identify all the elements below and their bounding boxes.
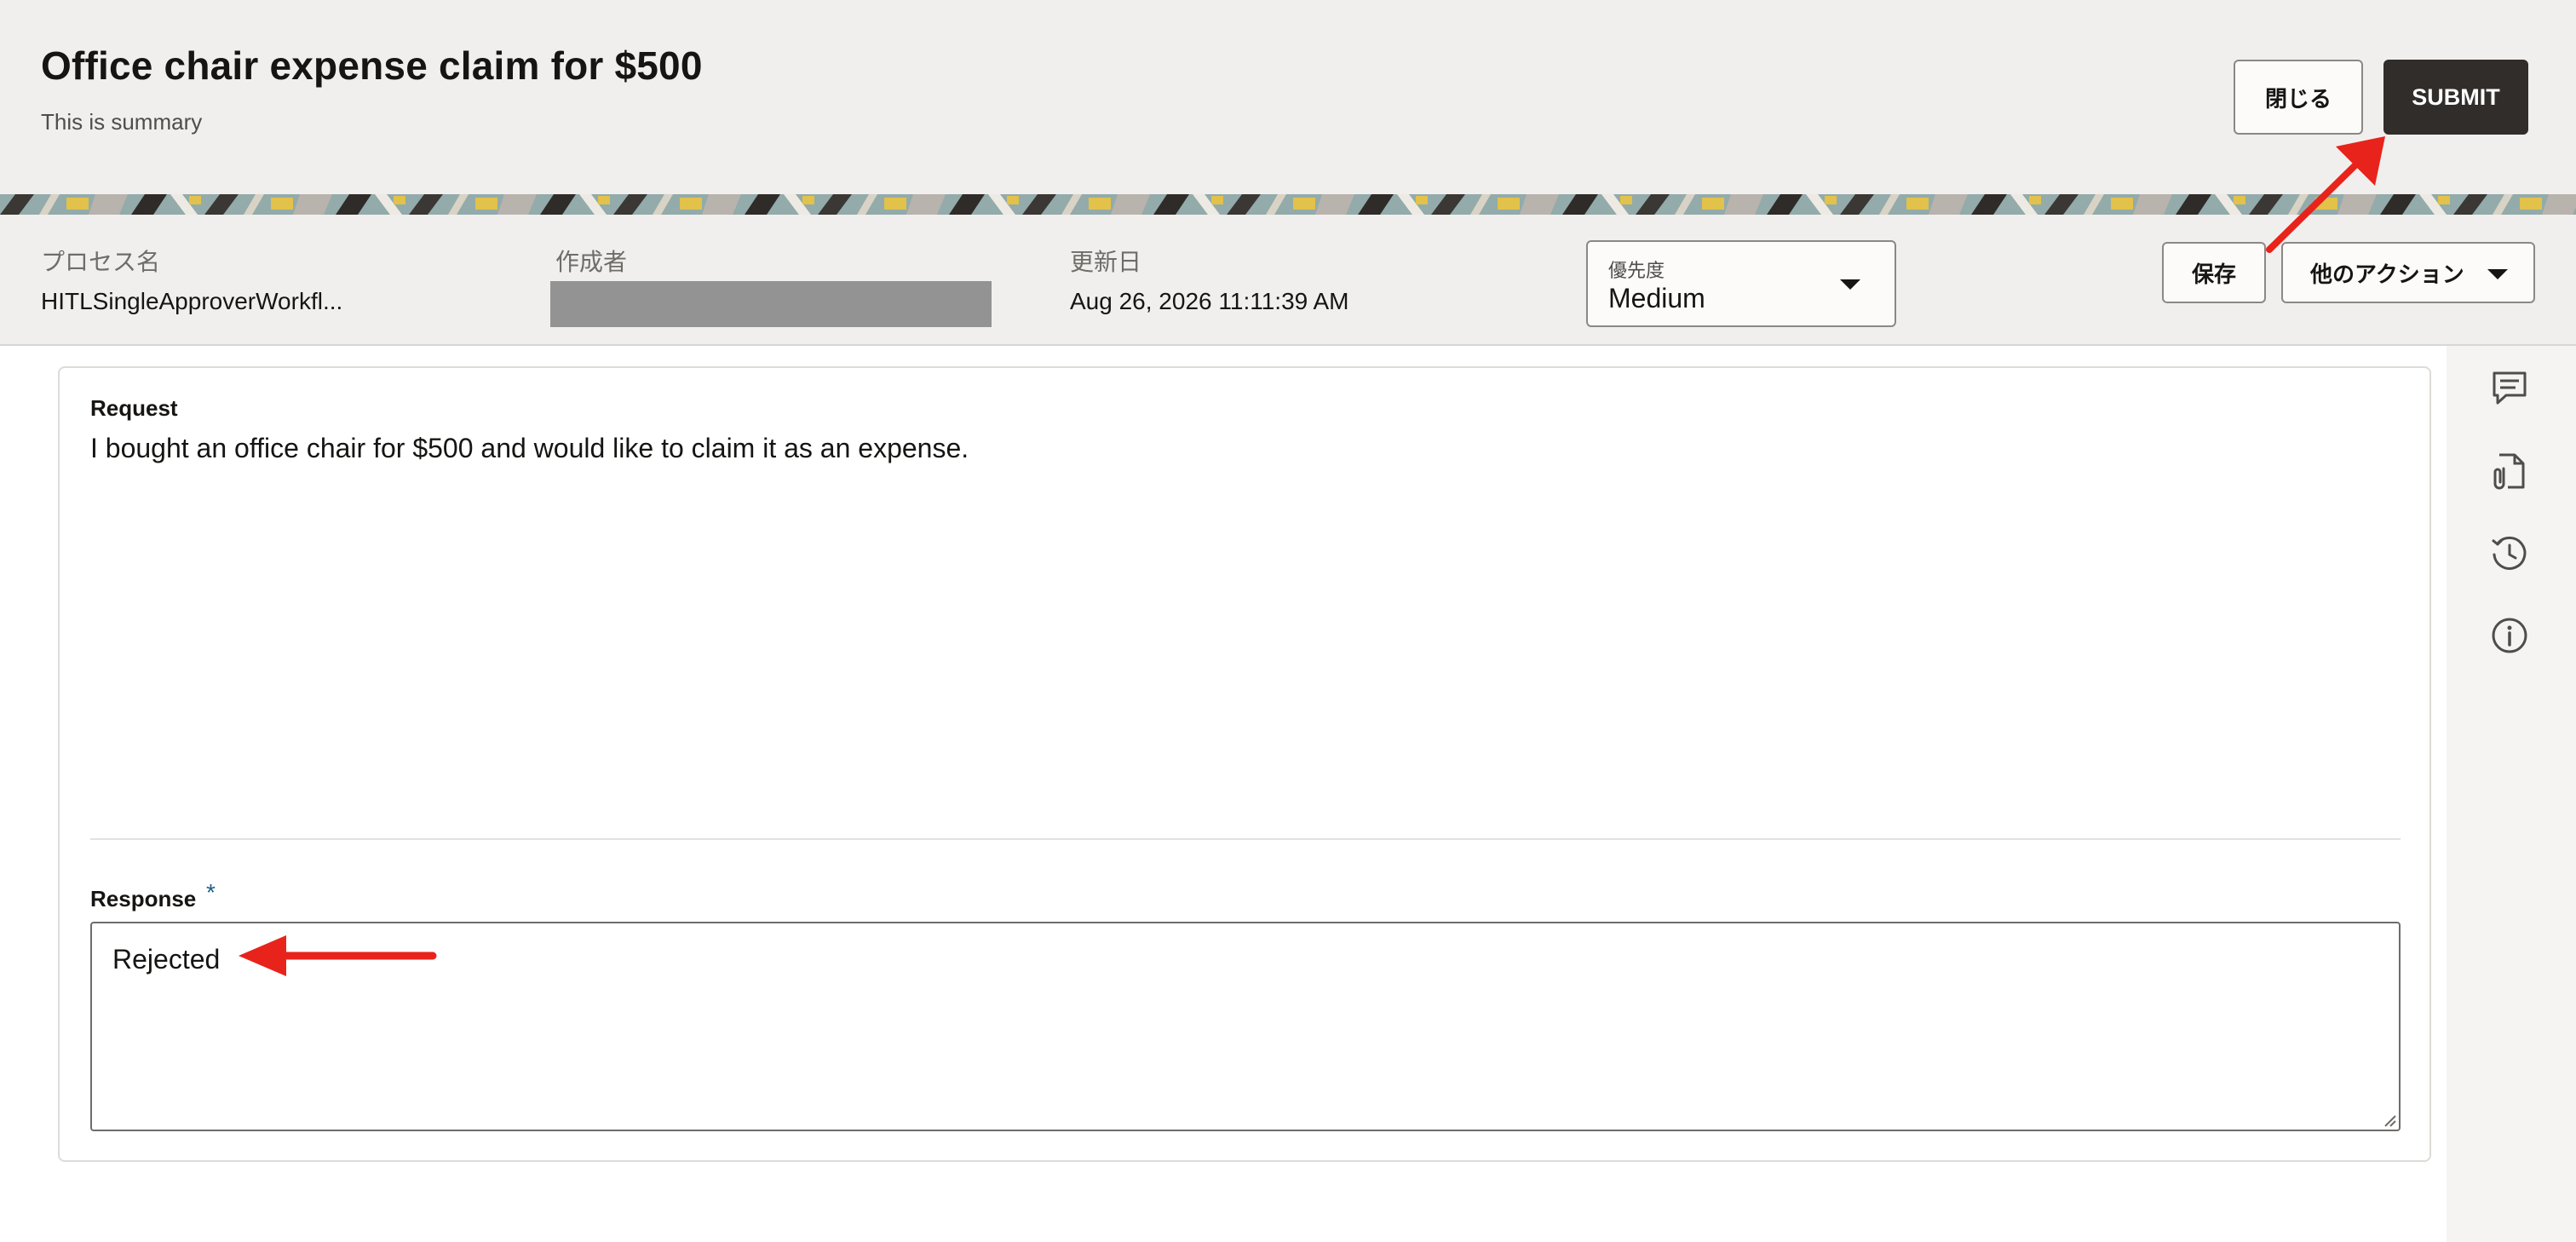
- response-value: Rejected: [112, 944, 221, 975]
- resize-grip-icon[interactable]: [2380, 1111, 2397, 1128]
- creator-label: 作成者: [555, 248, 628, 276]
- priority-select[interactable]: 優先度 Medium: [1586, 240, 1896, 327]
- save-button[interactable]: 保存: [2162, 242, 2266, 303]
- task-info-bar: プロセス名 HITLSingleApproverWorkfl... 作成者 更新…: [0, 215, 2576, 346]
- updated-value: Aug 26, 2026 11:11:39 AM: [1070, 288, 1349, 314]
- priority-label: 優先度: [1608, 261, 1665, 282]
- close-button[interactable]: 閉じる: [2234, 60, 2363, 135]
- chevron-down-icon: [1840, 279, 1860, 290]
- page-title: Office chair expense claim for $500: [41, 43, 703, 88]
- request-text: I bought an office chair for $500 and wo…: [90, 433, 969, 463]
- required-marker: *: [206, 879, 216, 906]
- priority-value: Medium: [1608, 283, 1705, 313]
- comment-icon[interactable]: [2487, 366, 2532, 411]
- banner-pattern: [0, 194, 2576, 215]
- info-icon[interactable]: [2487, 613, 2532, 658]
- side-panel-rail: [2447, 346, 2576, 1242]
- decorative-banner: [0, 194, 2576, 215]
- attachment-icon[interactable]: [2487, 450, 2532, 494]
- process-name-value: HITLSingleApproverWorkfl...: [41, 288, 343, 314]
- process-name-label: プロセス名: [41, 248, 161, 276]
- response-textarea[interactable]: Rejected: [90, 922, 2401, 1131]
- history-icon[interactable]: [2487, 532, 2532, 576]
- submit-button[interactable]: SUBMIT: [2383, 60, 2528, 135]
- more-actions-label: 他のアクション: [2310, 262, 2464, 288]
- chevron-down-icon: [2487, 269, 2508, 279]
- updated-label: 更新日: [1070, 248, 1142, 276]
- more-actions-button[interactable]: 他のアクション: [2281, 242, 2535, 303]
- task-form-card: Request I bought an office chair for $50…: [58, 366, 2431, 1162]
- task-header: Office chair expense claim for $500 This…: [0, 0, 2576, 194]
- request-label: Request: [90, 395, 178, 421]
- task-summary: This is summary: [41, 109, 203, 135]
- section-divider: [90, 838, 2401, 840]
- response-label: Response: [90, 886, 197, 911]
- creator-redacted: [550, 281, 992, 327]
